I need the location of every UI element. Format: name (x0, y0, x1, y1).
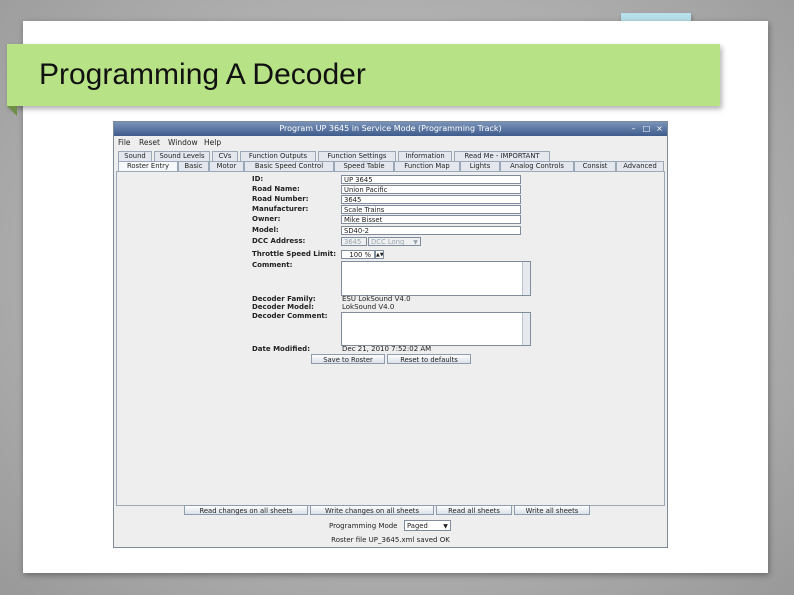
tab-consist[interactable]: Consist (574, 161, 616, 171)
comment-scrollbar[interactable] (522, 262, 530, 295)
tab-information[interactable]: Information (398, 151, 452, 161)
menu-bar: File Reset Window Help (114, 138, 667, 148)
tab-sound[interactable]: Sound (118, 151, 152, 161)
owner-field[interactable]: Mike Bisset (341, 215, 521, 224)
menu-file[interactable]: File (118, 138, 131, 147)
programming-mode-label: Programming Mode (329, 522, 398, 530)
road-name-label: Road Name: (252, 185, 300, 193)
tab-row-2: Roster Entry Basic Motor Basic Speed Con… (114, 161, 667, 171)
tab-roster-entry[interactable]: Roster Entry (118, 161, 178, 171)
tab-read-me[interactable]: Read Me - IMPORTANT (454, 151, 550, 161)
decoder-family-value: ESU LokSound V4.0 (342, 295, 411, 303)
decoder-model-value: LokSound V4.0 (342, 303, 395, 311)
model-field[interactable]: SD40-2 (341, 226, 521, 235)
window-titlebar[interactable]: Program UP 3645 in Service Mode (Program… (114, 122, 667, 136)
dcc-address-label: DCC Address: (252, 237, 306, 245)
manufacturer-label: Manufacturer: (252, 205, 309, 213)
decoder-comment-scrollbar[interactable] (522, 313, 530, 345)
menu-window[interactable]: Window (168, 138, 198, 147)
tab-advanced[interactable]: Advanced (616, 161, 664, 171)
tab-cvs[interactable]: CVs (212, 151, 238, 161)
status-text: Roster file UP_3645.xml saved OK (331, 536, 450, 544)
tab-lights[interactable]: Lights (460, 161, 500, 171)
menu-help[interactable]: Help (204, 138, 221, 147)
programming-mode-select[interactable]: Paged ▼ (404, 520, 451, 531)
chevron-down-icon: ▼ (413, 239, 418, 246)
id-label: ID: (252, 175, 264, 183)
road-number-label: Road Number: (252, 195, 309, 203)
banner-fold (7, 106, 17, 116)
date-modified-value: Dec 21, 2010 7:52:02 AM (342, 345, 432, 353)
comment-textarea[interactable] (341, 261, 531, 296)
maximize-icon[interactable]: □ (641, 123, 652, 134)
roster-entry-panel: ID: UP 3645 Road Name: Union Pacific Roa… (116, 171, 665, 506)
decoder-comment-label: Decoder Comment: (252, 312, 328, 320)
tab-analog-controls[interactable]: Analog Controls (500, 161, 574, 171)
comment-label: Comment: (252, 261, 293, 269)
decoder-model-label: Decoder Model: (252, 303, 314, 311)
throttle-speed-limit-field[interactable]: 100 % (341, 250, 375, 259)
date-modified-label: Date Modified: (252, 345, 310, 353)
id-field[interactable]: UP 3645 (341, 175, 521, 184)
tab-function-map[interactable]: Function Map (394, 161, 460, 171)
close-icon[interactable]: × (654, 123, 665, 134)
tab-speed-table[interactable]: Speed Table (334, 161, 394, 171)
road-number-field[interactable]: 3645 (341, 195, 521, 204)
write-all-sheets-button[interactable]: Write all sheets (514, 505, 590, 515)
minimize-icon[interactable]: – (628, 123, 639, 134)
tab-function-outputs[interactable]: Function Outputs (240, 151, 316, 161)
save-to-roster-button[interactable]: Save to Roster (311, 354, 385, 364)
tab-function-settings[interactable]: Function Settings (318, 151, 396, 161)
write-changes-button[interactable]: Write changes on all sheets (310, 505, 434, 515)
road-name-field[interactable]: Union Pacific (341, 185, 521, 194)
tab-row-1: Sound Sound Levels CVs Function Outputs … (114, 151, 667, 161)
menu-reset[interactable]: Reset (139, 138, 160, 147)
window-title: Program UP 3645 in Service Mode (Program… (279, 124, 502, 133)
decoder-comment-textarea[interactable] (341, 312, 531, 346)
manufacturer-field[interactable]: Scale Trains (341, 205, 521, 214)
reset-to-defaults-button[interactable]: Reset to defaults (387, 354, 471, 364)
read-all-sheets-button[interactable]: Read all sheets (436, 505, 512, 515)
tab-basic-speed-control[interactable]: Basic Speed Control (244, 161, 334, 171)
tab-basic[interactable]: Basic (178, 161, 209, 171)
programming-mode-value: Paged (407, 522, 428, 530)
decoder-programmer-window: Program UP 3645 in Service Mode (Program… (113, 121, 668, 548)
dcc-type-select[interactable]: DCC Long ▼ (368, 237, 421, 246)
dcc-type-value: DCC Long (371, 238, 405, 246)
read-changes-button[interactable]: Read changes on all sheets (184, 505, 308, 515)
chevron-down-icon: ▼ (443, 523, 448, 530)
model-label: Model: (252, 226, 279, 234)
dcc-address-field[interactable]: 3645 (341, 237, 367, 246)
throttle-speed-limit-label: Throttle Speed Limit: (252, 250, 336, 258)
owner-label: Owner: (252, 215, 281, 223)
speed-spinner-icon[interactable]: ▲▼ (375, 250, 384, 259)
tab-sound-levels[interactable]: Sound Levels (154, 151, 210, 161)
decoder-family-label: Decoder Family: (252, 295, 316, 303)
slide-title: Programming A Decoder (39, 58, 366, 91)
tab-motor[interactable]: Motor (209, 161, 244, 171)
